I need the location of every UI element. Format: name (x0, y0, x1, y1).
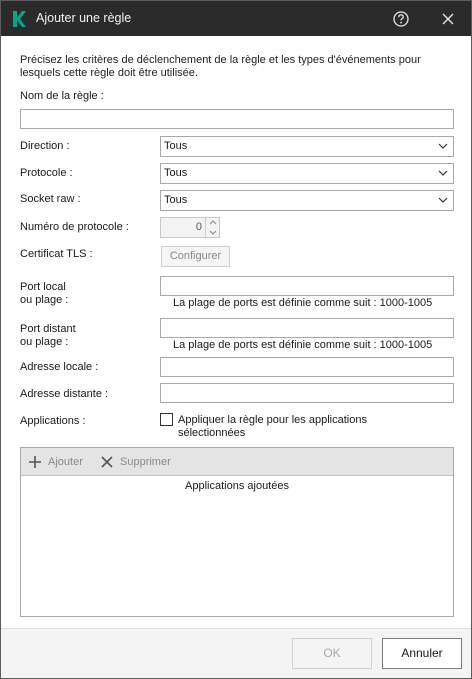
chevron-down-icon (438, 170, 448, 176)
direction-value: Tous (164, 140, 188, 152)
remote-address-input[interactable] (160, 383, 454, 403)
intro-text: Précisez les critères de déclenchement d… (20, 54, 421, 79)
stepper-arrows[interactable] (205, 218, 219, 237)
socket-raw-label: Socket raw : (20, 193, 81, 205)
remote-address-label: Adresse distante : (20, 388, 109, 400)
protocol-number-stepper[interactable]: 0 (160, 217, 220, 238)
rule-name-label: Nom de la règle : (20, 90, 104, 102)
local-address-input[interactable] (160, 357, 454, 377)
tls-certificate-label: Certificat TLS : (20, 248, 93, 260)
remote-port-label: Port distant ou plage : (20, 323, 76, 349)
protocol-select[interactable]: Tous (160, 163, 454, 184)
direction-select[interactable]: Tous (160, 136, 454, 157)
add-rule-dialog: Ajouter une règle Précisez les critères … (0, 0, 472, 679)
local-port-label-line2: ou plage : (20, 294, 69, 306)
rule-name-input[interactable] (20, 109, 454, 129)
applications-toolbar: Ajouter Supprimer (21, 448, 453, 476)
help-icon[interactable] (390, 8, 412, 30)
apply-to-apps-label[interactable]: Appliquer la règle pour les applications… (178, 414, 428, 440)
remove-application-button[interactable]: Supprimer (100, 454, 171, 470)
remote-port-hint: La plage de ports est définie comme suit… (173, 339, 433, 351)
socket-raw-select[interactable]: Tous (160, 190, 454, 211)
remote-port-input[interactable] (160, 318, 454, 338)
close-icon[interactable] (437, 8, 459, 30)
add-application-label: Ajouter (48, 456, 83, 468)
chevron-up-icon[interactable] (206, 218, 220, 227)
chevron-down-icon (438, 197, 448, 203)
local-port-label-line1: Port local (20, 281, 66, 293)
local-port-label: Port local ou plage : (20, 281, 68, 307)
close-icon (101, 456, 113, 468)
protocol-number-label: Numéro de protocole : (20, 221, 129, 233)
direction-label: Direction : (20, 140, 70, 152)
remote-port-label-line2: ou plage : (20, 336, 69, 348)
configure-button[interactable]: Configurer (161, 246, 230, 267)
socket-raw-value: Tous (164, 194, 188, 206)
dialog-footer: OK Annuler (1, 628, 471, 678)
dialog-title: Ajouter une règle (36, 11, 132, 25)
applications-list-header: Applications ajoutées (185, 480, 289, 492)
protocol-number-value: 0 (195, 221, 202, 233)
add-application-button[interactable]: Ajouter (28, 454, 83, 470)
chevron-down-icon (438, 143, 448, 149)
protocol-label: Protocole : (20, 167, 73, 179)
remove-application-label: Supprimer (120, 456, 171, 468)
ok-button[interactable]: OK (292, 638, 372, 669)
apply-to-apps-checkbox[interactable] (160, 413, 173, 426)
plus-icon (29, 456, 41, 468)
local-address-label: Adresse locale : (20, 361, 99, 373)
title-bar: Ajouter une règle (1, 1, 471, 36)
kaspersky-logo-icon (13, 11, 26, 27)
chevron-down-icon[interactable] (206, 228, 220, 237)
cancel-button[interactable]: Annuler (382, 638, 462, 669)
remote-port-label-line1: Port distant (20, 323, 76, 335)
local-port-input[interactable] (160, 276, 454, 296)
protocol-value: Tous (164, 167, 188, 179)
applications-label: Applications : (20, 415, 86, 427)
local-port-hint: La plage de ports est définie comme suit… (173, 297, 433, 309)
applications-panel: Ajouter Supprimer Applications ajoutées (20, 447, 454, 617)
